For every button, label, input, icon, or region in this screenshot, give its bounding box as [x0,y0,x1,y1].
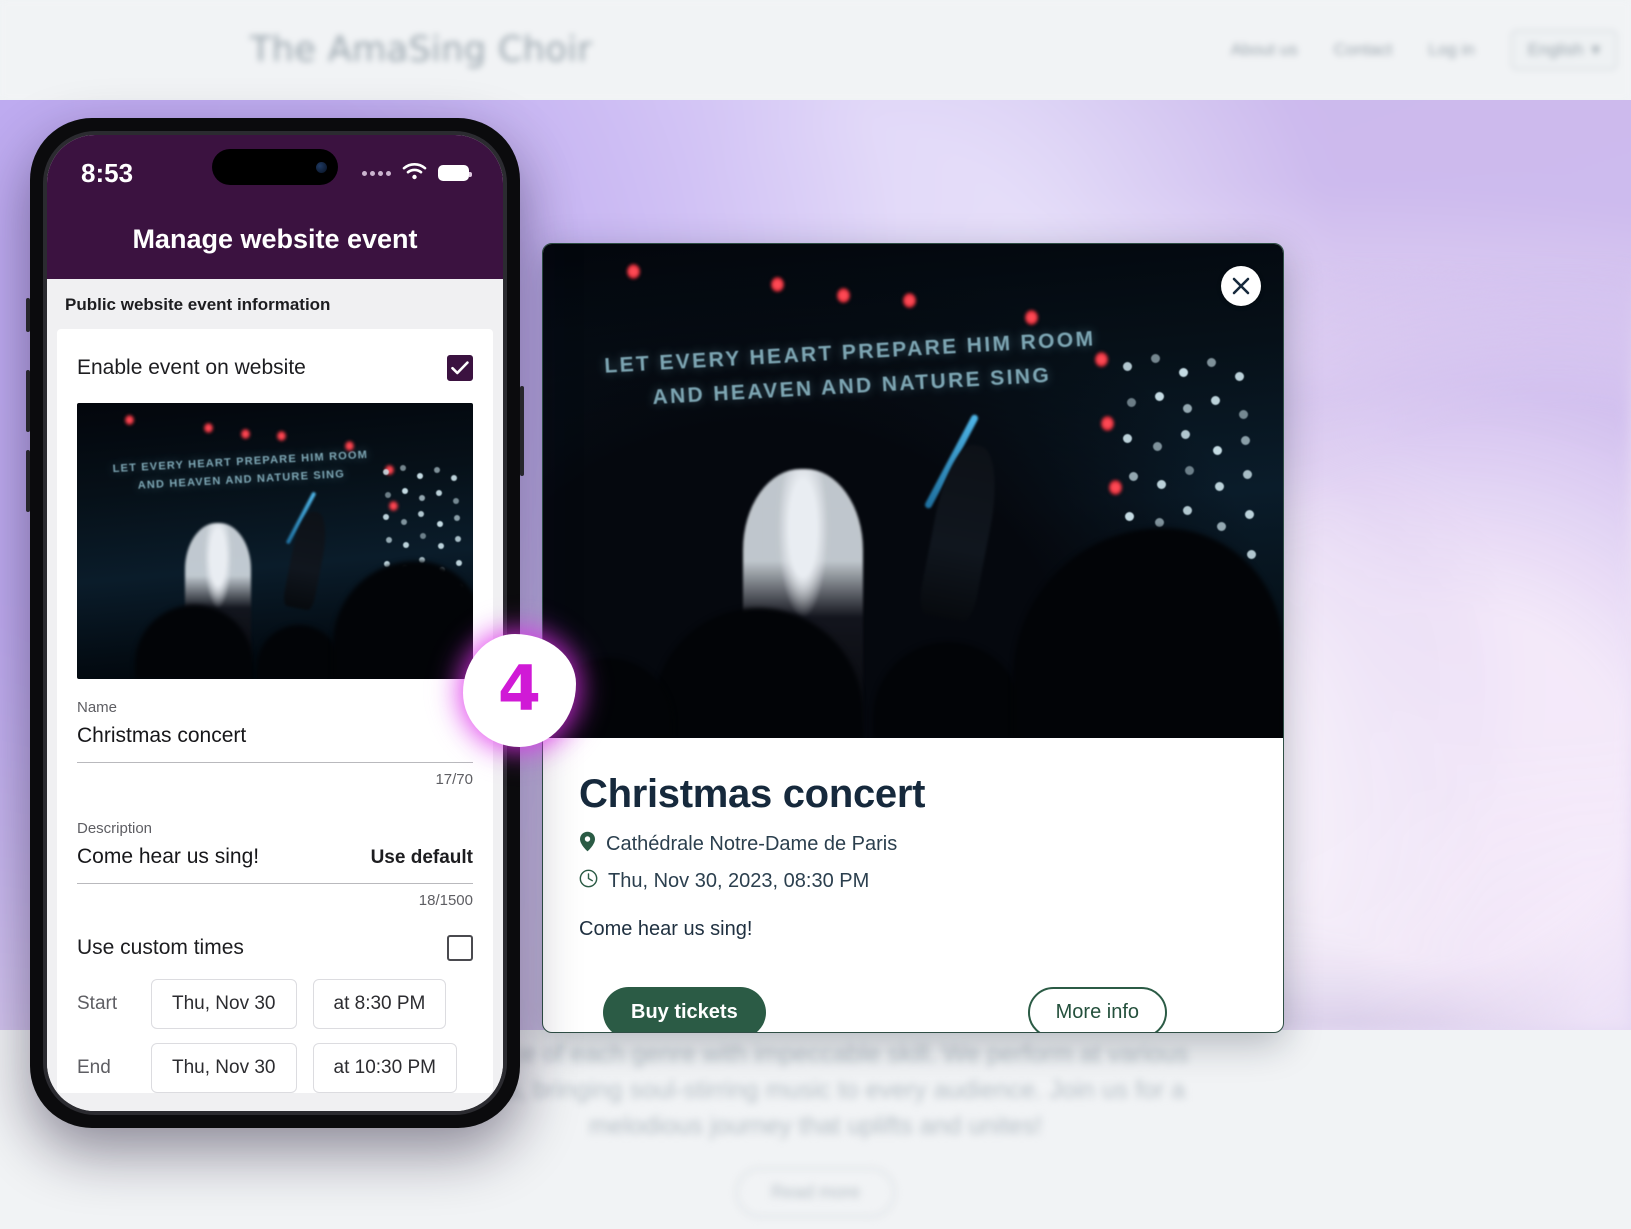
start-time-row: Start Thu, Nov 30 at 8:30 PM [77,965,473,1029]
event-description: Come hear us sing! [579,918,753,940]
battery-icon [438,165,472,181]
start-date-picker[interactable]: Thu, Nov 30 [151,979,297,1029]
about-paragraph: essence of each genre with impeccable sk… [442,1040,1189,1140]
step-badge: 4 [441,612,598,769]
stage-light [1095,352,1108,367]
name-field-input[interactable]: Christmas concert [77,716,473,763]
chevron-down-icon: ▾ [1591,40,1600,59]
description-field-label: Description [77,820,153,837]
stage-light [204,423,213,433]
event-title: Christmas concert [579,772,926,816]
status-bar: 8:53 [47,135,503,211]
stage-light [345,441,354,451]
phone-screen: 8:53 Manage website event Public website… [47,135,503,1111]
audience-silhouette [1013,528,1283,738]
map-pin-icon [579,831,596,858]
start-time-picker[interactable]: at 8:30 PM [312,979,447,1029]
stage-light [837,288,850,303]
enable-event-checkbox[interactable] [447,355,473,381]
use-custom-times-label: Use custom times [77,936,244,959]
event-location-row: Cathédrale Notre-Dame de Paris [579,831,1247,858]
event-photo: LET EVERY HEART PREPARE HIM ROOM AND HEA… [543,244,1283,738]
section-heading: Public website event information [65,295,331,314]
close-icon[interactable] [1221,266,1261,306]
phone-volume-up-button [26,370,30,432]
raised-arm [281,508,332,612]
signal-dots-icon [362,170,391,176]
phone-volume-down-button [26,450,30,512]
description-field-input[interactable]: Come hear us sing! [77,845,259,869]
event-details: Christmas concert Cathédrale Notre-Dame … [543,738,1283,1032]
stage-light [241,429,250,439]
end-time-picker[interactable]: at 10:30 PM [312,1043,457,1093]
event-image-lyrics: LET EVERY HEART PREPARE HIM ROOM AND HEA… [112,446,369,496]
site-header: The AmaSing Choir About us Contact Log i… [0,0,1631,100]
raised-arm [916,440,1006,623]
event-location: Cathédrale Notre-Dame de Paris [606,833,898,855]
event-modal: LET EVERY HEART PREPARE HIM ROOM AND HEA… [542,243,1284,1033]
phone-power-button [520,386,524,476]
enable-event-label: Enable event on website [77,356,306,379]
audience-silhouette [873,642,1023,738]
start-label: Start [77,993,118,1014]
description-field-counter: 18/1500 [418,892,473,909]
audience-silhouette [257,625,341,679]
use-custom-times-row[interactable]: Use custom times [77,909,473,965]
app-content: Public website event information Enable … [47,279,503,1111]
end-label: End [77,1057,111,1078]
wifi-icon [402,162,427,185]
clock-icon [579,869,598,894]
site-nav: About us Contact Log in English ▾ [1231,30,1617,70]
more-info-button[interactable]: More info [1027,987,1167,1032]
name-field-counter: 17/70 [435,771,473,788]
stage-light [125,415,134,425]
stage-light [1101,416,1114,431]
step-number: 4 [497,651,542,725]
nav-link-contact[interactable]: Contact [1334,40,1393,60]
language-selector[interactable]: English ▾ [1510,30,1617,70]
event-datetime-row: Thu, Nov 30, 2023, 08:30 PM [579,869,1247,894]
use-default-button[interactable]: Use default [371,847,473,869]
status-time: 8:53 [81,157,134,188]
buy-tickets-button[interactable]: Buy tickets [603,987,766,1032]
nav-link-log-in[interactable]: Log in [1428,40,1474,60]
stage-lyrics: LET EVERY HEART PREPARE HIM ROOM AND HEA… [603,322,1098,417]
stage-light [277,431,286,441]
end-time-row: End Thu, Nov 30 at 10:30 PM [77,1029,473,1093]
page-title: Manage website event [47,211,503,279]
end-date-picker[interactable]: Thu, Nov 30 [151,1043,297,1093]
event-image-preview[interactable]: LET EVERY HEART PREPARE HIM ROOM AND HEA… [77,403,473,679]
enable-event-row[interactable]: Enable event on website [77,329,473,403]
front-camera-icon [316,161,327,173]
event-action-buttons: Buy tickets More info [579,987,1247,1032]
event-form-card: Enable event on website LET EVERY HEART … [57,329,493,1093]
stage-light [1109,480,1122,495]
name-field-label: Name [77,699,118,716]
phone-mute-switch [26,298,30,332]
dynamic-island [212,149,338,185]
language-selector-label: English [1527,40,1584,59]
event-datetime: Thu, Nov 30, 2023, 08:30 PM [608,870,870,892]
use-custom-times-checkbox[interactable] [447,935,473,961]
stage-light [771,277,784,292]
site-logo: The AmaSing Choir [250,30,593,70]
nav-link-about-us[interactable]: About us [1231,40,1298,60]
stage-light [1025,310,1038,325]
stage-light [903,293,916,308]
stage-light [627,264,640,279]
description-field-row: Come hear us sing! Use default [77,837,473,884]
read-more-button[interactable]: Read more [735,1168,896,1217]
